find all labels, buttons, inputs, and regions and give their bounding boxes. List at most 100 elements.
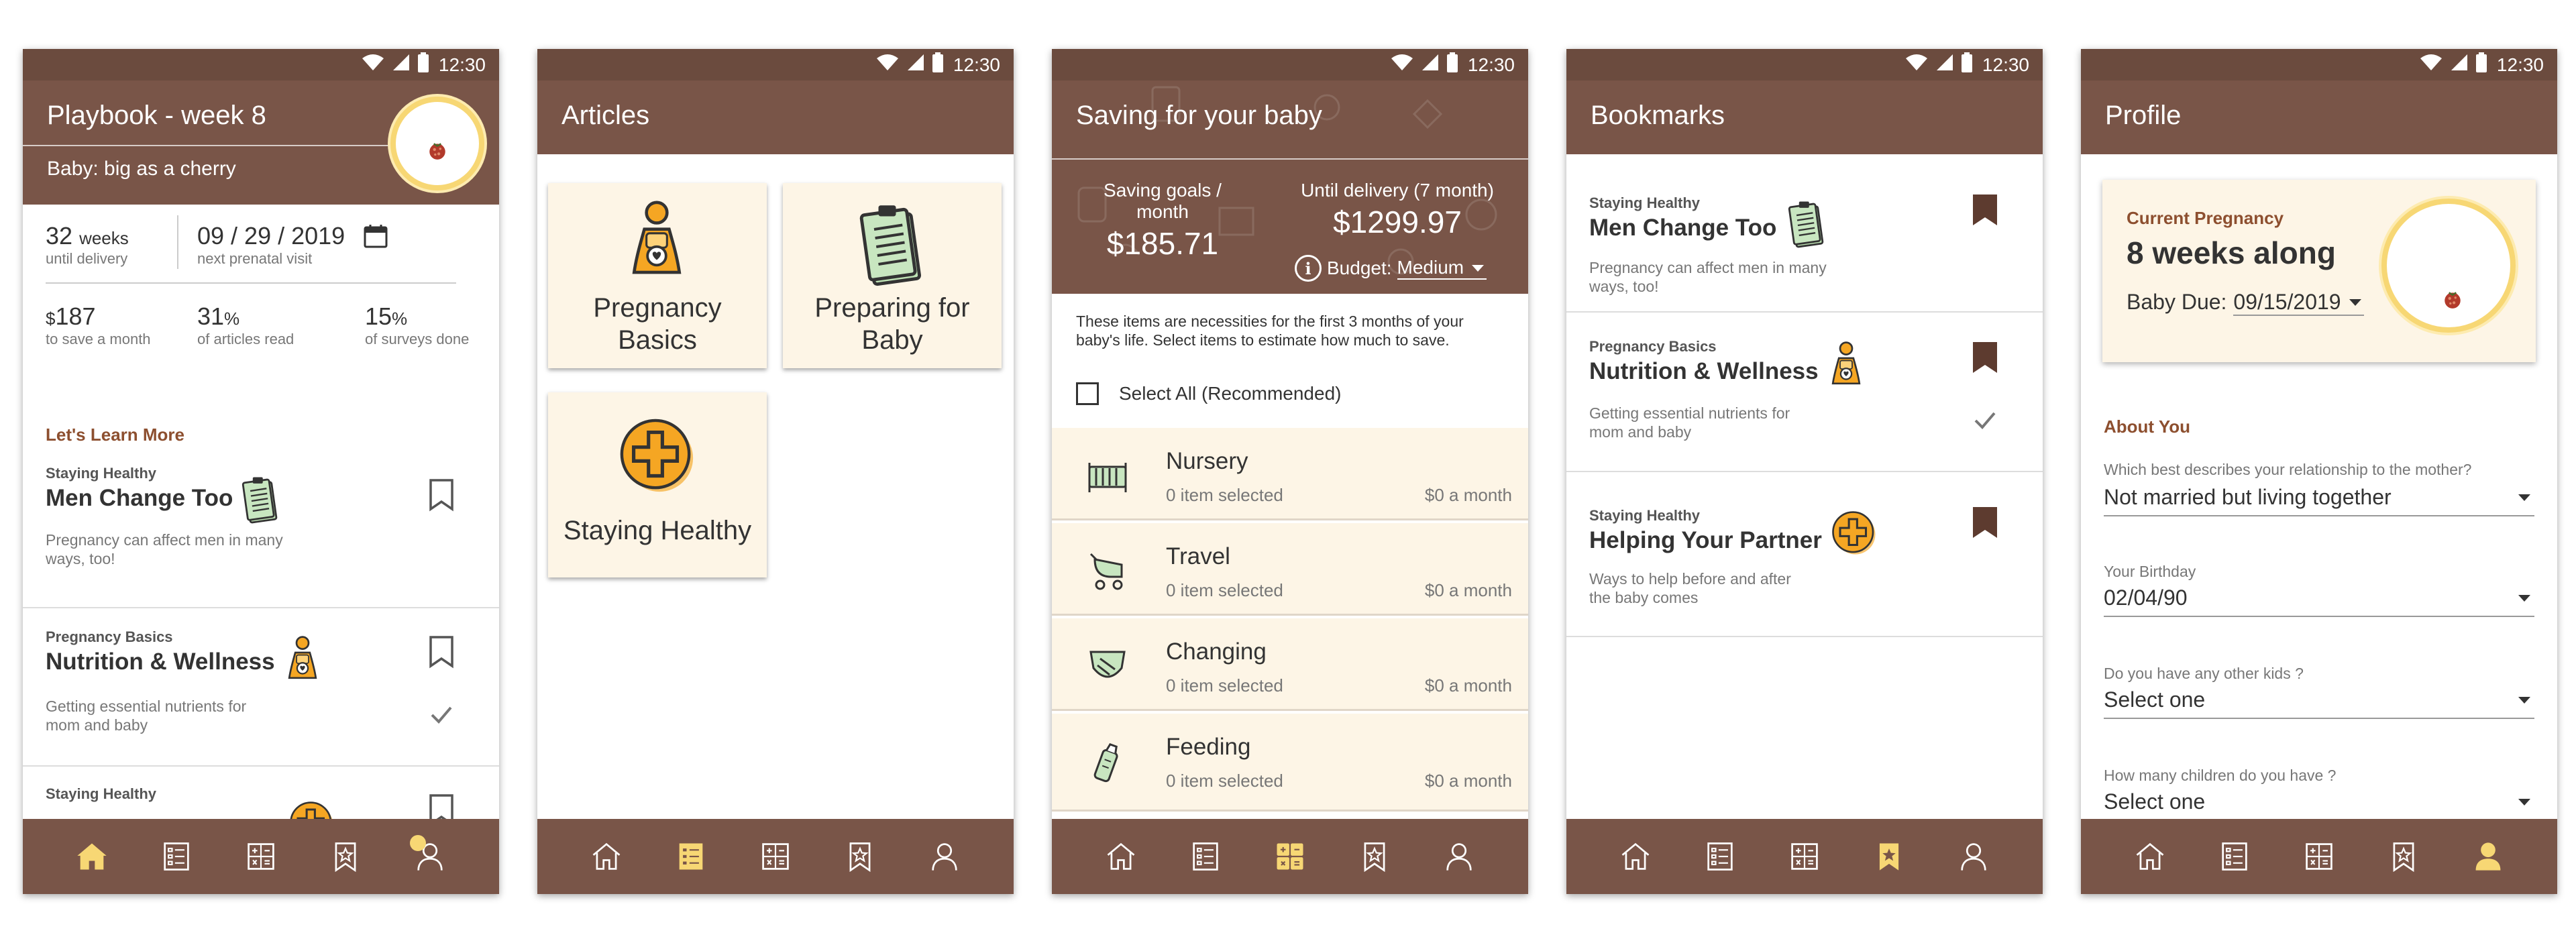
- wifi-icon: [1904, 53, 1929, 76]
- saving-intro: These items are necessities for the firs…: [1076, 312, 1464, 349]
- nav-articles[interactable]: [155, 835, 198, 878]
- nav-articles[interactable]: [669, 835, 712, 878]
- article-card[interactable]: Staying Healthy Men Change Too Pregnancy…: [23, 459, 499, 608]
- due-label: Baby Due:: [2127, 290, 2227, 314]
- nav-home[interactable]: [70, 835, 113, 878]
- signal-icon: [2450, 53, 2469, 76]
- home-icon: [1618, 839, 1653, 874]
- nav-savings[interactable]: [1783, 835, 1826, 878]
- visit-date[interactable]: 09 / 29 / 2019: [197, 222, 345, 250]
- card-description: Getting essential nutrients for mom and …: [46, 697, 246, 734]
- playbook-screen: 12:30 Playbook - week 8 Baby: big as a c…: [23, 49, 499, 894]
- surveys-stat: 15% of surveys done: [365, 302, 469, 348]
- budget-value[interactable]: Medium: [1397, 257, 1464, 278]
- visit-stat[interactable]: 09 / 29 / 2019 next prenatal visit: [197, 222, 389, 268]
- battery-icon: [1446, 52, 1458, 77]
- due-value[interactable]: 09/15/2019: [2233, 290, 2341, 314]
- nav-savings[interactable]: [2298, 835, 2341, 878]
- home-icon: [1104, 839, 1138, 874]
- relationship-select[interactable]: Not married but living together: [2104, 485, 2534, 516]
- birthday-select[interactable]: 02/04/90: [2104, 586, 2534, 617]
- wifi-icon: [875, 53, 900, 76]
- nav-profile[interactable]: [1438, 835, 1481, 878]
- nav-profile[interactable]: [923, 835, 966, 878]
- info-icon[interactable]: i: [1295, 255, 1322, 282]
- card-category: Pregnancy Basics: [1589, 338, 1717, 355]
- birthday-value[interactable]: 02/04/90: [2104, 586, 2188, 610]
- user-icon: [2471, 839, 2506, 874]
- nav-savings[interactable]: [239, 835, 282, 878]
- other-kids-value[interactable]: Select one: [2104, 687, 2205, 712]
- nav-bookmarks[interactable]: [839, 835, 881, 878]
- bookmark-filled-icon[interactable]: [1972, 193, 1998, 227]
- nav-profile[interactable]: [409, 835, 451, 878]
- nav-home[interactable]: [1099, 835, 1142, 878]
- budget-dropdown[interactable]: Medium: [1397, 257, 1487, 280]
- bookmark-outline-icon[interactable]: [428, 635, 455, 669]
- children-count-select[interactable]: Select one: [2104, 789, 2534, 821]
- nav-profile[interactable]: [1952, 835, 1995, 878]
- budget-item-changing[interactable]: Changing 0 item selected $0 a month: [1052, 618, 1528, 711]
- calendar-icon[interactable]: [362, 223, 389, 249]
- budget-item-feeding[interactable]: Feeding 0 item selected $0 a month: [1052, 714, 1528, 812]
- nav-articles[interactable]: [1699, 835, 1741, 878]
- clipboard-icon: [1788, 200, 1825, 251]
- nav-savings[interactable]: [754, 835, 797, 878]
- nav-home[interactable]: [585, 835, 628, 878]
- card-title[interactable]: Helping Your Partner: [1589, 527, 1822, 554]
- article-card[interactable]: Pregnancy Basics Nutrition & Wellness Ge…: [23, 608, 499, 767]
- playbook-header: Playbook - week 8 Baby: big as a cherry: [23, 80, 499, 205]
- other-kids-select[interactable]: Select one: [2104, 687, 2534, 719]
- budget-item-travel[interactable]: Travel 0 item selected $0 a month: [1052, 523, 1528, 616]
- status-bar: 12:30: [1566, 49, 2043, 80]
- nav-home[interactable]: [1614, 835, 1657, 878]
- card-category: Staying Healthy: [1589, 195, 1701, 211]
- budget-item-nursery[interactable]: Nursery 0 item selected $0 a month: [1052, 428, 1528, 520]
- bookmark-card[interactable]: Staying Healthy Men Change Too Pregnancy…: [1566, 154, 2043, 313]
- card-title[interactable]: Men Change Too: [1589, 215, 1776, 241]
- bookmark-card[interactable]: Pregnancy Basics Nutrition & Wellness Ge…: [1566, 313, 2043, 472]
- nav-bookmarks[interactable]: [1868, 835, 1911, 878]
- nav-articles[interactable]: [2213, 835, 2256, 878]
- card-title[interactable]: Nutrition & Wellness: [46, 649, 275, 675]
- tile-label-line: Baby: [861, 325, 923, 355]
- relationship-value[interactable]: Not married but living together: [2104, 485, 2392, 509]
- item-selected-count: 0 item selected: [1166, 580, 1283, 600]
- nav-bookmarks[interactable]: [324, 835, 367, 878]
- weeks-unit: weeks: [79, 228, 129, 248]
- category-tile-staying-healthy[interactable]: Staying Healthy: [548, 392, 767, 577]
- bookmark-filled-icon[interactable]: [1972, 506, 1998, 539]
- select-all-checkbox[interactable]: [1076, 382, 1099, 405]
- budget-selector[interactable]: i Budget: Medium: [1295, 255, 1487, 282]
- item-selected-count: 0 item selected: [1166, 771, 1283, 791]
- select-all-row[interactable]: Select All (Recommended): [1076, 382, 1341, 405]
- article-card[interactable]: Staying Healthy: [23, 767, 499, 820]
- card-title[interactable]: Nutrition & Wellness: [1589, 358, 1819, 385]
- nav-profile[interactable]: [2467, 835, 2510, 878]
- nav-bookmarks[interactable]: [2382, 835, 2425, 878]
- card-title[interactable]: Men Change Too: [46, 485, 233, 512]
- card-description-line: ways, too!: [1589, 278, 1659, 295]
- nav-bookmarks[interactable]: [1353, 835, 1396, 878]
- wifi-icon: [2419, 53, 2443, 76]
- item-name: Feeding: [1166, 734, 1251, 760]
- chevron-down-icon: [2518, 595, 2530, 602]
- relationship-label: Which best describes your relationship t…: [2104, 461, 2472, 478]
- children-count-value[interactable]: Select one: [2104, 789, 2205, 814]
- nav-articles[interactable]: [1184, 835, 1227, 878]
- save-stat: $187 to save a month: [46, 302, 151, 348]
- nav-savings[interactable]: [1269, 835, 1311, 878]
- bookmark-card[interactable]: Staying Healthy Helping Your Partner Way…: [1566, 472, 2043, 637]
- bookmark-outline-icon[interactable]: [428, 478, 455, 512]
- due-date-dropdown[interactable]: 09/15/2019: [2233, 290, 2364, 316]
- category-tile-preparing-for-baby[interactable]: Preparing for Baby: [783, 183, 1002, 368]
- chevron-down-icon: [2518, 697, 2530, 704]
- page-title: Bookmarks: [1591, 101, 1725, 130]
- status-bar: 12:30: [537, 49, 1014, 80]
- intro-line: baby's life. Select items to estimate ho…: [1076, 331, 1450, 349]
- nav-home[interactable]: [2129, 835, 2171, 878]
- category-tile-pregnancy-basics[interactable]: Pregnancy Basics: [548, 183, 767, 368]
- card-category: Staying Healthy: [46, 785, 157, 802]
- chevron-down-icon: [2349, 299, 2361, 306]
- bookmark-filled-icon[interactable]: [1972, 341, 1998, 374]
